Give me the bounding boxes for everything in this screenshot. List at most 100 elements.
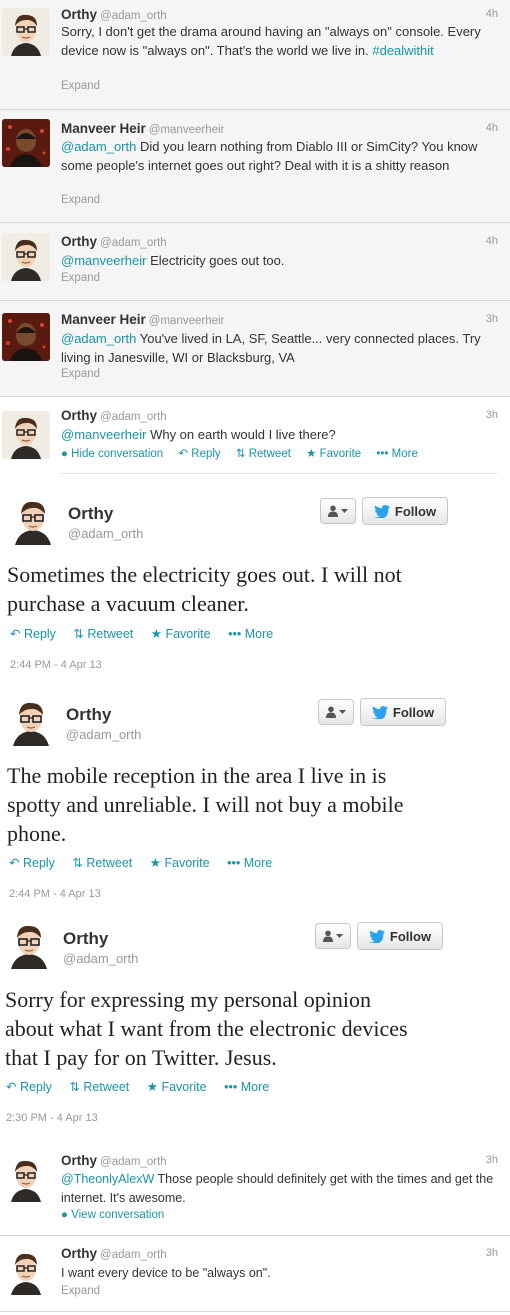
tweet-text: Sorry, I don't get the drama around havi… (61, 23, 501, 60)
more-button[interactable]: ••• More (228, 627, 273, 641)
tweet-time[interactable]: 4h (486, 122, 498, 134)
author-handle[interactable]: @adam_orth (63, 951, 138, 966)
tweet-actions: ↶ Reply ⇅ Retweet ★ Favorite ••• More (9, 855, 286, 870)
favorite-button[interactable]: ★ Favorite (306, 448, 361, 460)
timestamp[interactable]: 2:44 PM - 4 Apr 13 (9, 888, 101, 900)
reply-button[interactable]: ↶ Reply (178, 448, 220, 460)
user-actions-button[interactable] (318, 699, 354, 725)
tweet-handle[interactable]: @adam_orth (100, 411, 167, 423)
tweet-time[interactable]: 3h (486, 313, 498, 325)
favorite-button[interactable]: ★ Favorite (151, 627, 211, 641)
twitter-bird-icon (373, 504, 390, 518)
tweet-tail-2[interactable]: Orthy @adam_orth 3h I want every device t… (0, 1236, 510, 1312)
tweet-handle[interactable]: @adam_orth (100, 1156, 167, 1168)
author-handle[interactable]: @adam_orth (66, 727, 141, 742)
mention-link[interactable]: @manveerheir (61, 253, 146, 268)
avatar[interactable] (2, 1154, 50, 1202)
timestamp[interactable]: 2:30 PM - 4 Apr 13 (6, 1112, 98, 1124)
avatar[interactable] (5, 921, 53, 969)
tweet-author[interactable]: Orthy @adam_orth (61, 1246, 167, 1261)
tweet-1[interactable]: Orthy @adam_orth 4h Sorry, I don't get th… (0, 0, 510, 110)
more-button[interactable]: ••• More (376, 448, 418, 460)
tweet-text-segment: Electricity goes out too. (146, 253, 285, 268)
tweet-handle[interactable]: @adam_orth (100, 237, 167, 249)
tweet-3[interactable]: Orthy @adam_orth 4h @manveerheir Electric… (0, 223, 510, 301)
retweet-icon: ⇅ (73, 627, 84, 641)
tweet-author[interactable]: Orthy @adam_orth (61, 408, 167, 423)
retweet-button[interactable]: ⇅ Retweet (236, 448, 291, 460)
more-button[interactable]: ••• More (224, 1080, 269, 1094)
user-actions-button[interactable] (315, 923, 351, 949)
avatar[interactable] (2, 119, 50, 167)
favorite-button[interactable]: ★ Favorite (150, 856, 210, 870)
author-name[interactable]: Orthy (68, 504, 113, 524)
follow-button[interactable]: Follow (360, 698, 446, 726)
author-name[interactable]: Orthy (66, 705, 111, 725)
reply-button[interactable]: ↶ Reply (9, 856, 55, 870)
avatar[interactable] (2, 8, 50, 56)
avatar[interactable] (9, 497, 57, 545)
retweet-button[interactable]: ⇅ Retweet (72, 856, 132, 870)
tweet-handle[interactable]: @manveerheir (149, 315, 225, 327)
hide-conversation-link[interactable]: ● Hide conversation (61, 448, 163, 460)
retweet-button[interactable]: ⇅ Retweet (69, 1080, 129, 1094)
avatar[interactable] (2, 1247, 50, 1295)
reply-icon: ↶ (9, 856, 20, 870)
reply-button[interactable]: ↶ Reply (6, 1080, 52, 1094)
mention-link[interactable]: @manveerheir (61, 427, 146, 442)
view-conversation-link[interactable]: ● View conversation (61, 1209, 164, 1221)
avatar[interactable] (7, 698, 55, 746)
hashtag-link[interactable]: #dealwithit (372, 43, 433, 58)
mention-link[interactable]: @adam_orth (61, 139, 136, 154)
tweet-text: The mobile reception in the area I live … (7, 763, 404, 846)
expand-link[interactable]: Expand (61, 368, 100, 380)
expand-link[interactable]: Expand (61, 194, 100, 206)
tweet-time[interactable]: 3h (486, 1247, 498, 1259)
avatar[interactable] (2, 313, 50, 361)
retweet-button[interactable]: ⇅ Retweet (73, 627, 133, 641)
tweet-author[interactable]: Orthy @adam_orth (61, 234, 167, 249)
tweet-time[interactable]: 4h (486, 8, 498, 20)
tweet-2[interactable]: Manveer Heir @manveerheir 4h @adam_orth D… (0, 110, 510, 223)
more-button[interactable]: ••• More (227, 856, 272, 870)
expand-link[interactable]: Expand (61, 80, 100, 92)
tweet-author[interactable]: Orthy @adam_orth (61, 7, 167, 22)
expand-link[interactable]: Expand (61, 1285, 100, 1297)
avatar[interactable] (2, 233, 50, 281)
tweet-handle[interactable]: @manveerheir (149, 124, 225, 136)
caret-down-icon (336, 934, 343, 938)
reply-button[interactable]: ↶ Reply (10, 627, 56, 641)
expanded-tweet-1: Orthy @adam_orth Follow Sometimes the el… (0, 475, 510, 685)
user-actions-button[interactable] (320, 498, 356, 524)
more-dots-icon: ••• (224, 1080, 238, 1094)
more-dots-icon: ••• (227, 856, 241, 870)
favorite-button[interactable]: ★ Favorite (147, 1080, 207, 1094)
avatar[interactable] (2, 411, 50, 459)
tweet-author[interactable]: Manveer Heir @manveerheir (61, 121, 224, 136)
divider (61, 473, 497, 474)
author-name[interactable]: Orthy (63, 929, 108, 949)
follow-label: Follow (394, 503, 437, 519)
tweet-time[interactable]: 4h (486, 235, 498, 247)
tweet-5[interactable]: Orthy @adam_orth 3h @manveerheir Why on e… (0, 397, 510, 475)
tweet-time[interactable]: 3h (486, 409, 498, 421)
star-icon: ★ (306, 448, 317, 460)
more-dots-icon: ••• (376, 448, 389, 460)
mention-link[interactable]: @adam_orth (61, 331, 136, 346)
reply-icon: ↶ (10, 627, 21, 641)
follow-button[interactable]: Follow (357, 922, 443, 950)
tweet-handle[interactable]: @adam_orth (100, 10, 167, 22)
expand-link[interactable]: Expand (61, 272, 100, 284)
tweet-author[interactable]: Manveer Heir @manveerheir (61, 312, 224, 327)
tweet-time[interactable]: 3h (486, 1154, 498, 1166)
tweet-author[interactable]: Orthy @adam_orth (61, 1153, 167, 1168)
tweet-tail-1[interactable]: Orthy @adam_orth 3h @TheonlyAlexW Those p… (0, 1145, 510, 1236)
follow-button[interactable]: Follow (362, 497, 448, 525)
star-icon: ★ (146, 1080, 158, 1094)
author-handle[interactable]: @adam_orth (68, 526, 143, 541)
tweet-4[interactable]: Manveer Heir @manveerheir 3h @adam_orth Y… (0, 301, 510, 397)
timestamp[interactable]: 2:44 PM - 4 Apr 13 (10, 659, 102, 671)
mention-link[interactable]: @TheonlyAlexW (61, 1172, 154, 1186)
tweet-text: Sometimes the electricity goes out. I wi… (7, 562, 402, 616)
tweet-handle[interactable]: @adam_orth (100, 1249, 167, 1261)
